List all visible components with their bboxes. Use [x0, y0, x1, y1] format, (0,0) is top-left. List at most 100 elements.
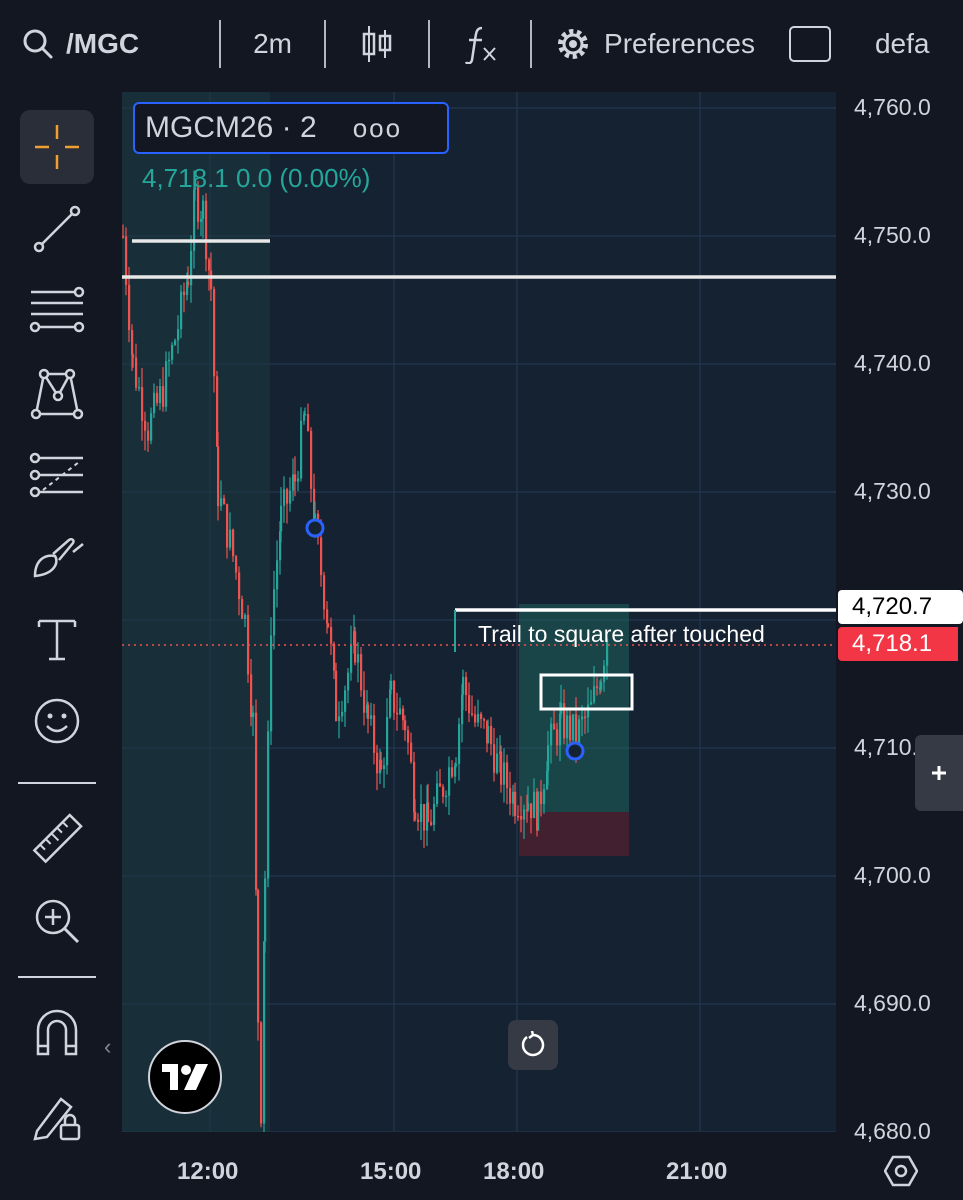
trendline-icon — [33, 205, 81, 253]
candle-body — [445, 795, 448, 798]
plus-icon — [932, 766, 946, 780]
candle-body — [220, 498, 223, 507]
text-icon — [37, 619, 77, 661]
chart-type-button[interactable] — [360, 0, 394, 88]
layout-name[interactable]: defa — [875, 0, 930, 88]
candle-body — [370, 715, 373, 719]
candle-body — [128, 284, 131, 331]
candle-body — [150, 413, 153, 441]
candle-body — [566, 715, 569, 739]
emoji-icon — [34, 698, 80, 744]
candle-body — [493, 744, 496, 773]
candle-body — [433, 804, 436, 825]
text-tool[interactable] — [20, 602, 94, 676]
candle-body — [550, 723, 553, 746]
time-label: 18:00 — [483, 1158, 545, 1185]
candle-body — [341, 711, 344, 717]
chart-settings-button[interactable] — [883, 1154, 919, 1193]
candle-body — [399, 708, 402, 715]
indicators-button[interactable] — [464, 0, 498, 88]
symbol-legend[interactable]: MGCM26 · 2 ooo — [133, 102, 449, 154]
candle-body — [596, 686, 599, 688]
candle-body — [404, 720, 407, 731]
crosshair-tool[interactable] — [20, 110, 94, 184]
zoom-tool[interactable] — [20, 884, 94, 958]
candle-body — [320, 537, 323, 576]
entry-marker[interactable] — [565, 741, 585, 761]
candle-body — [131, 330, 134, 355]
candle-body — [480, 713, 483, 719]
trendline-tool[interactable] — [20, 192, 94, 266]
candle-body — [244, 614, 247, 619]
horizontal-line-price-tag: 4,720.7 — [838, 590, 963, 624]
preferences-button[interactable]: Preferences — [554, 0, 755, 88]
brush-tool[interactable] — [20, 520, 94, 594]
candle-body — [386, 717, 389, 766]
candle-body — [503, 762, 506, 785]
candle-body — [514, 791, 517, 816]
candle-body — [396, 712, 399, 715]
candle-body — [376, 752, 379, 774]
symbol-search[interactable]: /MGC — [22, 0, 139, 88]
candle-body — [490, 725, 493, 745]
candle-body — [500, 751, 503, 785]
legend-more-button[interactable]: ooo — [353, 113, 402, 144]
candle-body — [232, 529, 235, 557]
candle-body — [414, 811, 417, 820]
candle-body — [347, 672, 350, 691]
candle-body — [527, 803, 530, 810]
price-label: 4,680.0 — [854, 1118, 931, 1144]
candle-body — [122, 236, 125, 238]
candle-body — [235, 556, 238, 573]
candle-body — [458, 724, 461, 764]
candle-body — [547, 745, 550, 772]
collapse-toolbar-arrow[interactable]: ‹ — [104, 1034, 111, 1060]
candle-body — [327, 623, 330, 627]
candle-body — [537, 791, 540, 831]
reset-chart-button[interactable] — [508, 1020, 558, 1070]
long-position-risk-zone[interactable] — [519, 812, 629, 856]
candle-body — [420, 804, 423, 822]
fib-tool[interactable] — [20, 274, 94, 348]
candle-body — [496, 753, 499, 773]
candle-body — [147, 430, 150, 441]
time-label: 21:00 — [666, 1158, 728, 1185]
chart-pane[interactable] — [122, 92, 836, 1132]
ruler-icon — [32, 813, 83, 864]
preferences-label: Preferences — [604, 28, 755, 59]
magnet-tool[interactable] — [20, 996, 94, 1070]
layout-toggle[interactable] — [788, 0, 831, 88]
magnet-icon — [36, 1009, 78, 1056]
price-chart[interactable] — [122, 92, 836, 1132]
drawing-note[interactable]: Trail to square after touched — [478, 621, 765, 648]
candle-body — [584, 716, 587, 719]
candle-body — [423, 804, 426, 831]
candle-body — [373, 715, 376, 753]
candle-body — [141, 387, 144, 421]
candle-body — [292, 474, 295, 491]
entry-marker[interactable] — [305, 518, 325, 538]
tradingview-logo[interactable] — [148, 1040, 222, 1114]
forecast-icon — [29, 452, 83, 498]
forecast-tool[interactable] — [20, 438, 94, 512]
emoji-tool[interactable] — [20, 684, 94, 758]
candle-body — [578, 719, 581, 743]
candle-body — [506, 762, 509, 789]
candle-body — [229, 529, 232, 548]
candle-body — [451, 767, 454, 777]
add-alert-button[interactable] — [915, 735, 963, 811]
candle-body — [417, 819, 420, 822]
candle-body — [187, 281, 190, 286]
candle-body — [200, 218, 203, 222]
candle-body — [553, 723, 556, 730]
lock-drawings-tool[interactable] — [20, 1080, 94, 1154]
tradingview-logo-mark — [162, 1064, 208, 1090]
candle-body — [171, 344, 174, 360]
candle-body — [190, 250, 193, 286]
candle-body — [250, 674, 253, 717]
pattern-tool[interactable] — [20, 356, 94, 430]
ruler-tool[interactable] — [20, 802, 94, 876]
layout-checkbox[interactable] — [788, 26, 831, 62]
toolbar-divider — [18, 782, 96, 784]
interval-button[interactable]: 2m — [253, 0, 292, 88]
